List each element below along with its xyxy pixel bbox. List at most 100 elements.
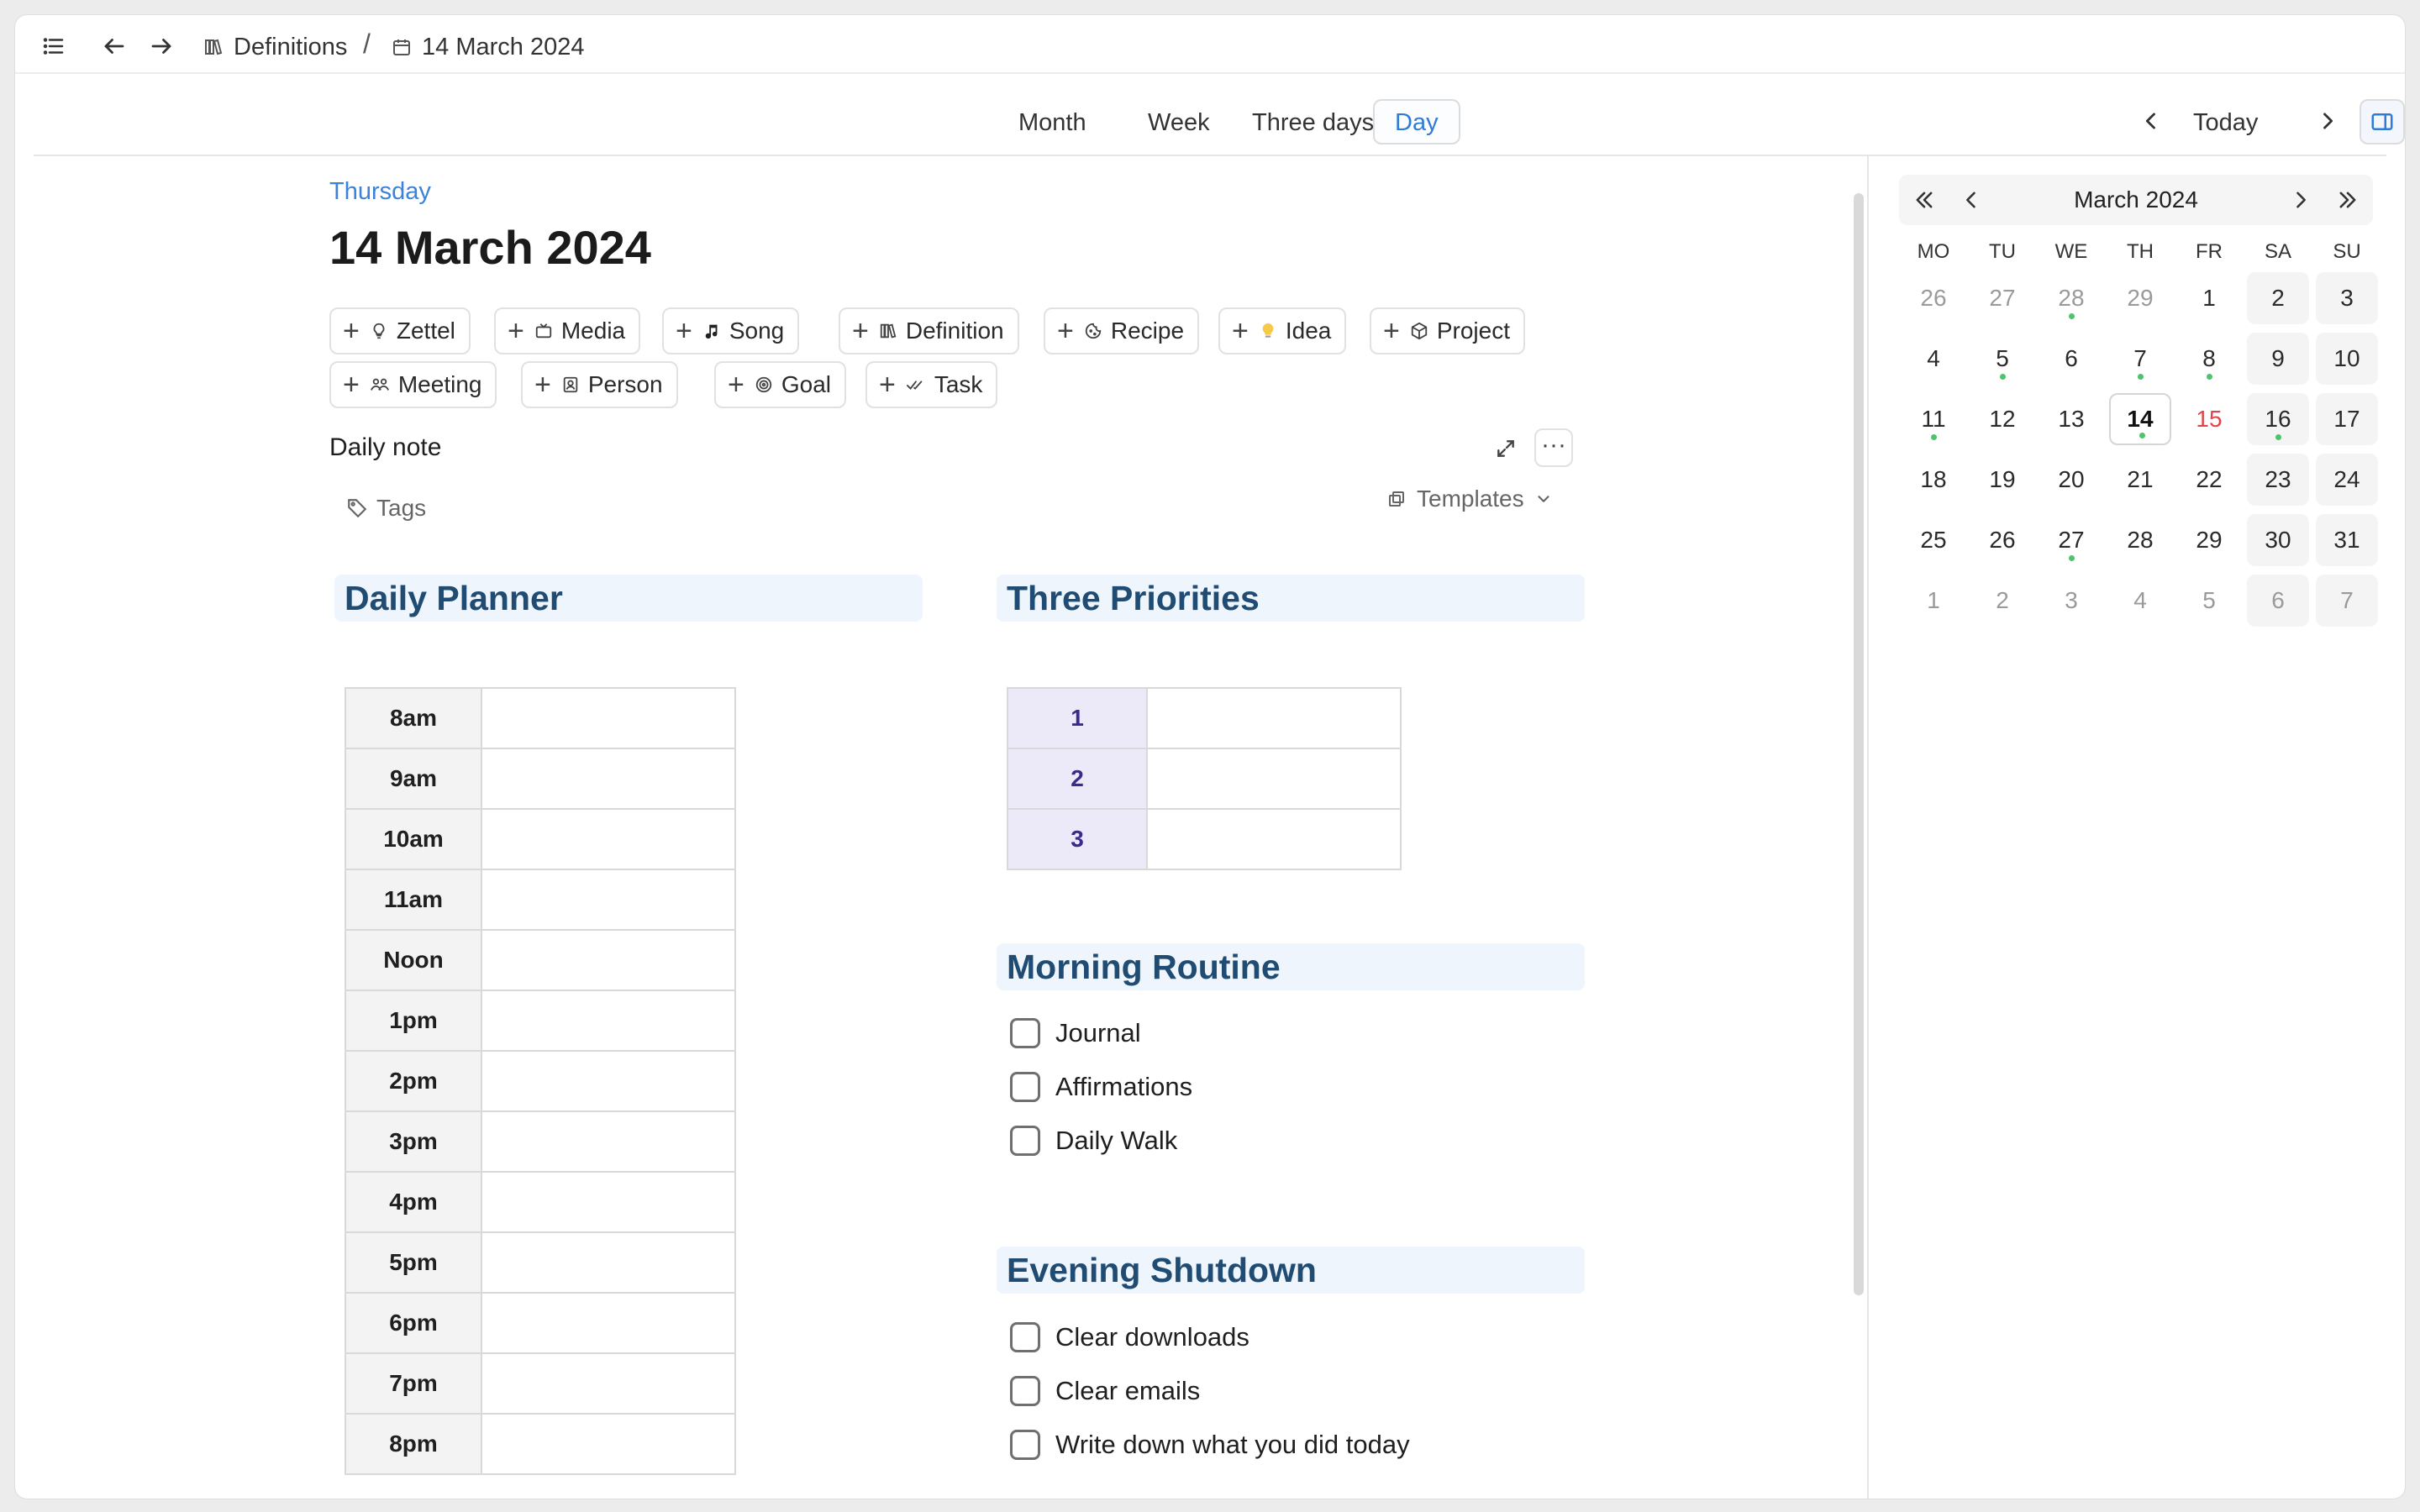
planner-entry-cell[interactable] bbox=[481, 748, 736, 810]
planner-entry-cell[interactable] bbox=[481, 1110, 736, 1173]
planner-entry-cell[interactable] bbox=[481, 1050, 736, 1112]
planner-entry-cell[interactable] bbox=[481, 1292, 736, 1354]
templates-dropdown[interactable]: Templates bbox=[1386, 486, 1553, 512]
calendar-day[interactable]: 10 bbox=[2316, 333, 2378, 385]
calendar-day[interactable]: 4 bbox=[1902, 333, 1965, 385]
calendar-day[interactable]: 21 bbox=[2109, 454, 2171, 506]
planner-entry-cell[interactable] bbox=[481, 1171, 736, 1233]
planner-entry-cell[interactable] bbox=[481, 990, 736, 1052]
calendar-day[interactable]: 27 bbox=[1971, 272, 2033, 324]
planner-entry-cell[interactable] bbox=[481, 808, 736, 870]
next-month-chevron-icon[interactable] bbox=[2284, 183, 2317, 217]
tab-day[interactable]: Day bbox=[1373, 99, 1460, 144]
calendar-day[interactable]: 5 bbox=[1971, 333, 2033, 385]
prev-day-chevron-icon[interactable] bbox=[2134, 104, 2168, 138]
calendar-day[interactable]: 29 bbox=[2109, 272, 2171, 324]
chip-project[interactable]: + Project bbox=[1370, 307, 1526, 354]
checkbox[interactable] bbox=[1010, 1072, 1040, 1102]
chip-task[interactable]: + Task bbox=[865, 361, 998, 408]
tab-three-days[interactable]: Three days bbox=[1230, 99, 1396, 144]
calendar-day[interactable]: 3 bbox=[2040, 575, 2102, 627]
calendar-day[interactable]: 5 bbox=[2178, 575, 2240, 627]
breadcrumb-current[interactable]: 14 March 2024 bbox=[392, 30, 584, 64]
checkbox[interactable] bbox=[1010, 1126, 1040, 1156]
calendar-day[interactable]: 17 bbox=[2316, 393, 2378, 445]
calendar-day[interactable]: 26 bbox=[1971, 514, 2033, 566]
calendar-day[interactable]: 19 bbox=[1971, 454, 2033, 506]
checkbox[interactable] bbox=[1010, 1018, 1040, 1048]
calendar-day[interactable]: 11 bbox=[1902, 393, 1965, 445]
tab-week[interactable]: Week bbox=[1126, 99, 1232, 144]
calendar-day[interactable]: 29 bbox=[2178, 514, 2240, 566]
chip-meeting[interactable]: + Meeting bbox=[329, 361, 497, 408]
calendar-day[interactable]: 1 bbox=[1902, 575, 1965, 627]
planner-entry-cell[interactable] bbox=[481, 1231, 736, 1294]
chip-zettel[interactable]: + Zettel bbox=[329, 307, 471, 354]
more-options-button[interactable]: ··· bbox=[1534, 428, 1573, 467]
calendar-day[interactable]: 23 bbox=[2247, 454, 2309, 506]
back-arrow-icon[interactable] bbox=[97, 29, 131, 63]
tags-field[interactable]: Tags bbox=[346, 495, 426, 522]
checkbox-item[interactable]: Daily Walk bbox=[1010, 1126, 1177, 1156]
calendar-day[interactable]: 25 bbox=[1902, 514, 1965, 566]
sidebar-toggle-icon[interactable] bbox=[2360, 99, 2405, 144]
checkbox-item[interactable]: Journal bbox=[1010, 1018, 1141, 1048]
calendar-day[interactable]: 22 bbox=[2178, 454, 2240, 506]
calendar-day[interactable]: 28 bbox=[2040, 272, 2102, 324]
calendar-day[interactable]: 6 bbox=[2247, 575, 2309, 627]
expand-icon[interactable] bbox=[1491, 433, 1521, 464]
planner-entry-cell[interactable] bbox=[481, 1352, 736, 1415]
calendar-day[interactable]: 12 bbox=[1971, 393, 2033, 445]
chip-media[interactable]: + Media bbox=[494, 307, 641, 354]
chip-definition[interactable]: + Definition bbox=[839, 307, 1019, 354]
calendar-day[interactable]: 24 bbox=[2316, 454, 2378, 506]
chip-goal[interactable]: + Goal bbox=[714, 361, 847, 408]
forward-arrow-icon[interactable] bbox=[145, 29, 178, 63]
calendar-day[interactable]: 4 bbox=[2109, 575, 2171, 627]
calendar-day[interactable]: 18 bbox=[1902, 454, 1965, 506]
calendar-day[interactable]: 2 bbox=[2247, 272, 2309, 324]
calendar-day[interactable]: 16 bbox=[2247, 393, 2309, 445]
calendar-day[interactable]: 6 bbox=[2040, 333, 2102, 385]
calendar-day[interactable]: 2 bbox=[1971, 575, 2033, 627]
planner-entry-cell[interactable] bbox=[481, 869, 736, 931]
calendar-day[interactable]: 31 bbox=[2316, 514, 2378, 566]
next-year-double-chevron-icon[interactable] bbox=[2331, 183, 2365, 217]
calendar-day[interactable]: 27 bbox=[2040, 514, 2102, 566]
tab-month[interactable]: Month bbox=[997, 99, 1108, 144]
calendar-day[interactable]: 7 bbox=[2109, 333, 2171, 385]
chip-song[interactable]: + Song bbox=[662, 307, 800, 354]
today-button[interactable]: Today bbox=[2193, 109, 2258, 137]
calendar-day[interactable]: 8 bbox=[2178, 333, 2240, 385]
chip-recipe[interactable]: + Recipe bbox=[1044, 307, 1200, 354]
calendar-day[interactable]: 1 bbox=[2178, 272, 2240, 324]
planner-entry-cell[interactable] bbox=[481, 687, 736, 749]
checkbox-item[interactable]: Affirmations bbox=[1010, 1072, 1192, 1102]
priority-entry-cell[interactable] bbox=[1146, 748, 1402, 810]
calendar-day[interactable]: 3 bbox=[2316, 272, 2378, 324]
calendar-day[interactable]: 30 bbox=[2247, 514, 2309, 566]
priority-entry-cell[interactable] bbox=[1146, 687, 1402, 749]
calendar-day[interactable]: 9 bbox=[2247, 333, 2309, 385]
checkbox-item[interactable]: Write down what you did today bbox=[1010, 1430, 1410, 1460]
chip-person[interactable]: + Person bbox=[521, 361, 678, 408]
breadcrumb-parent[interactable]: Definitions bbox=[203, 30, 347, 64]
calendar-day[interactable]: 15 bbox=[2178, 393, 2240, 445]
calendar-day[interactable]: 7 bbox=[2316, 575, 2378, 627]
chip-idea[interactable]: + Idea bbox=[1218, 307, 1347, 354]
calendar-day[interactable]: 28 bbox=[2109, 514, 2171, 566]
checkbox-item[interactable]: Clear downloads bbox=[1010, 1322, 1249, 1352]
next-day-chevron-icon[interactable] bbox=[2311, 104, 2344, 138]
calendar-day[interactable]: 14 bbox=[2109, 393, 2171, 445]
calendar-day[interactable]: 26 bbox=[1902, 272, 1965, 324]
checkbox[interactable] bbox=[1010, 1376, 1040, 1406]
checkbox[interactable] bbox=[1010, 1430, 1040, 1460]
checkbox[interactable] bbox=[1010, 1322, 1040, 1352]
priority-entry-cell[interactable] bbox=[1146, 808, 1402, 870]
menu-list-icon[interactable] bbox=[37, 29, 71, 63]
planner-entry-cell[interactable] bbox=[481, 929, 736, 991]
scrollbar[interactable] bbox=[1854, 193, 1864, 1295]
checkbox-item[interactable]: Clear emails bbox=[1010, 1376, 1200, 1406]
planner-entry-cell[interactable] bbox=[481, 1413, 736, 1475]
calendar-day[interactable]: 13 bbox=[2040, 393, 2102, 445]
